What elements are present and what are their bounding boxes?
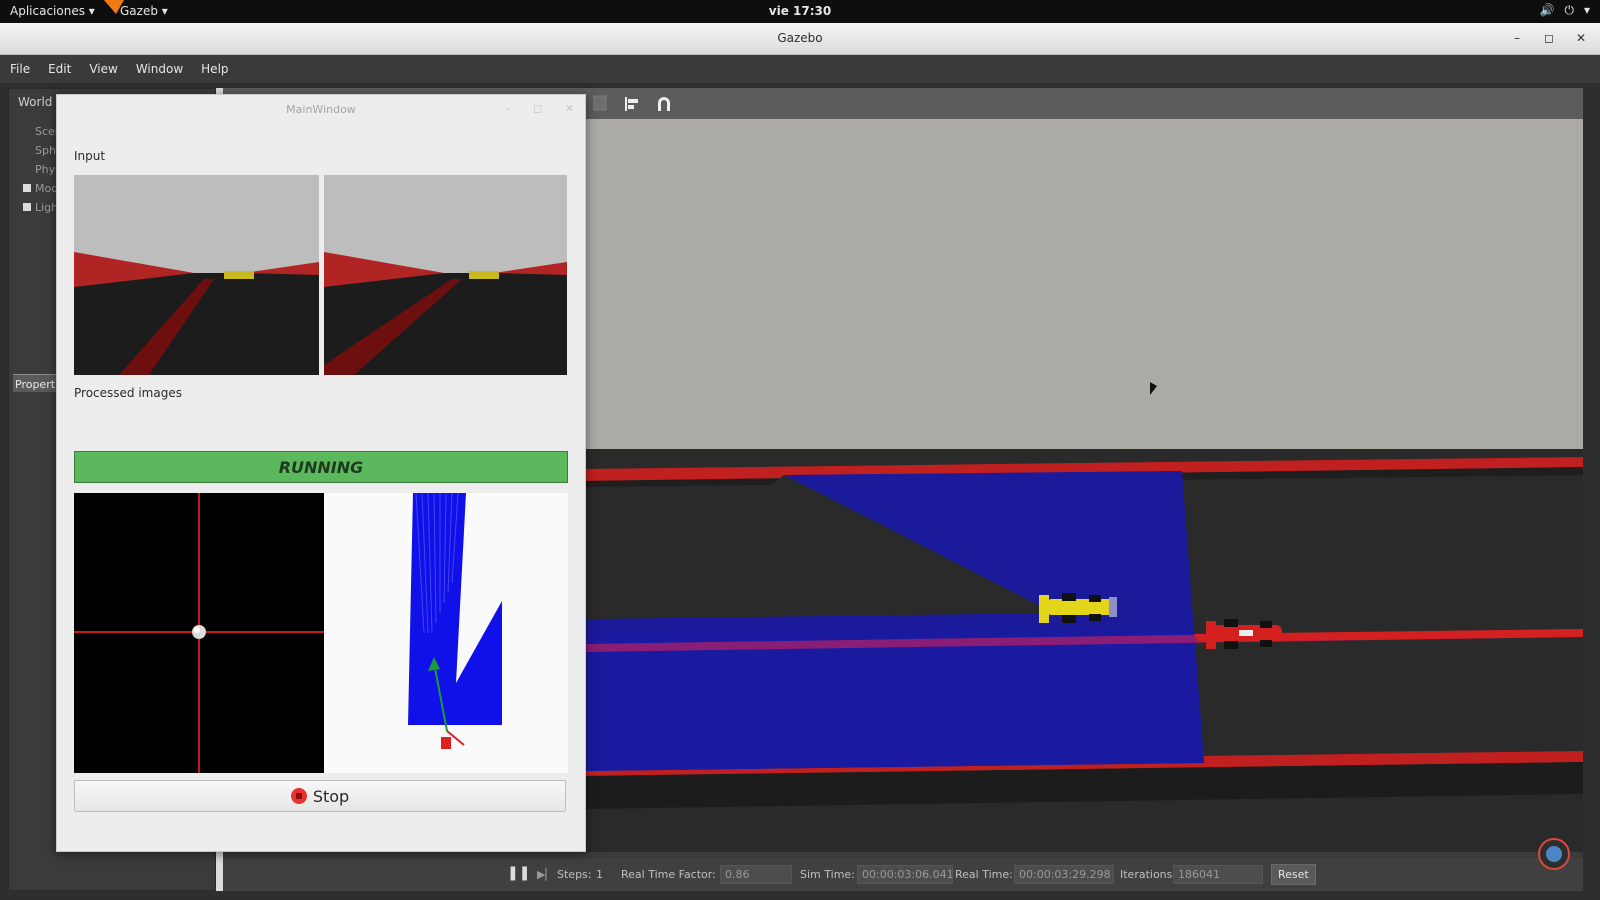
dialog-close-button[interactable]: ✕ <box>565 102 574 115</box>
clock-container: vie 17:30 <box>0 4 1600 18</box>
desktop: Aplicaciones ▾ Gazeb ▾ vie 17:30 🔊 ⏻ ▾ G… <box>0 0 1600 900</box>
iterations-label: Iterations: <box>1120 868 1177 881</box>
stop-button-label: Stop <box>312 787 350 806</box>
dialog-maximize-button[interactable]: ◻ <box>533 102 542 115</box>
menu-view[interactable]: View <box>89 62 117 76</box>
tab-world[interactable]: World <box>18 95 52 109</box>
real-time-field: 00:00:03:29.298 <box>1014 865 1114 884</box>
processed-image-crosshair <box>74 493 324 773</box>
processed-image-laser <box>324 493 568 773</box>
window-title: Gazebo <box>777 31 823 45</box>
dialog-minimize-button[interactable]: – <box>505 102 511 115</box>
expand-icon[interactable] <box>23 184 31 192</box>
system-top-bar: Aplicaciones ▾ Gazeb ▾ vie 17:30 🔊 ⏻ ▾ <box>0 0 1600 23</box>
applications-menu[interactable]: Aplicaciones ▾ <box>10 4 95 18</box>
processed-images-label: Processed images <box>74 386 182 400</box>
copy-icon[interactable] <box>593 95 611 113</box>
iterations-field: 186041 <box>1173 865 1263 884</box>
tab-properties[interactable]: Propert <box>13 374 61 392</box>
stop-icon <box>290 788 307 804</box>
menu-file[interactable]: File <box>10 62 30 76</box>
status-banner: RUNNING <box>74 451 568 483</box>
maximize-button[interactable]: ◻ <box>1542 31 1556 45</box>
close-button[interactable]: ✕ <box>1574 31 1588 45</box>
active-app-menu[interactable]: Gazeb ▾ <box>120 4 168 18</box>
minimize-button[interactable]: – <box>1510 31 1524 45</box>
input-label: Input <box>74 149 106 163</box>
system-tray: 🔊 ⏻ ▾ <box>1540 3 1590 18</box>
reset-button[interactable]: Reset <box>1271 864 1316 885</box>
power-menu-arrow[interactable]: ▾ <box>1584 3 1590 18</box>
sim-time-field: 00:00:03:06.041 <box>857 865 953 884</box>
window-titlebar: Gazebo – ◻ ✕ <box>0 23 1600 55</box>
main-window-dialog: MainWindow – ◻ ✕ Input Processed images … <box>56 94 586 852</box>
left-camera-image <box>74 175 319 375</box>
right-camera-image <box>324 175 567 375</box>
menu-help[interactable]: Help <box>201 62 228 76</box>
volume-icon[interactable]: 🔊 <box>1540 3 1555 18</box>
step-icon[interactable]: ▶▏ <box>537 868 554 881</box>
pause-icon[interactable]: ❚❚ <box>507 865 530 881</box>
magnet-icon[interactable] <box>655 95 673 113</box>
mouse-cursor <box>1150 382 1157 395</box>
simulation-status-bar: ❚❚ ▶▏ Steps: 1 Real Time Factor: 0.86 Si… <box>223 858 1583 891</box>
clock[interactable]: vie 17:30 <box>769 4 831 18</box>
stop-button[interactable]: Stop <box>74 780 566 812</box>
rtf-label: Real Time Factor: <box>621 868 716 881</box>
real-time-label: Real Time: <box>955 868 1013 881</box>
rtf-field: 0.86 <box>720 865 792 884</box>
expand-icon[interactable] <box>23 203 31 211</box>
gazebo-3d-scene[interactable] <box>584 119 1583 852</box>
menu-bar: File Edit View Window Help <box>0 55 1600 83</box>
align-icon[interactable] <box>623 95 641 113</box>
power-icon[interactable]: ⏻ <box>1564 3 1574 18</box>
sim-time-label: Sim Time: <box>800 868 855 881</box>
menu-edit[interactable]: Edit <box>48 62 71 76</box>
steps-value[interactable]: 1 <box>596 868 603 881</box>
menu-window[interactable]: Window <box>136 62 183 76</box>
watermark-logo <box>1538 838 1570 870</box>
steps-label: Steps: <box>557 868 592 881</box>
